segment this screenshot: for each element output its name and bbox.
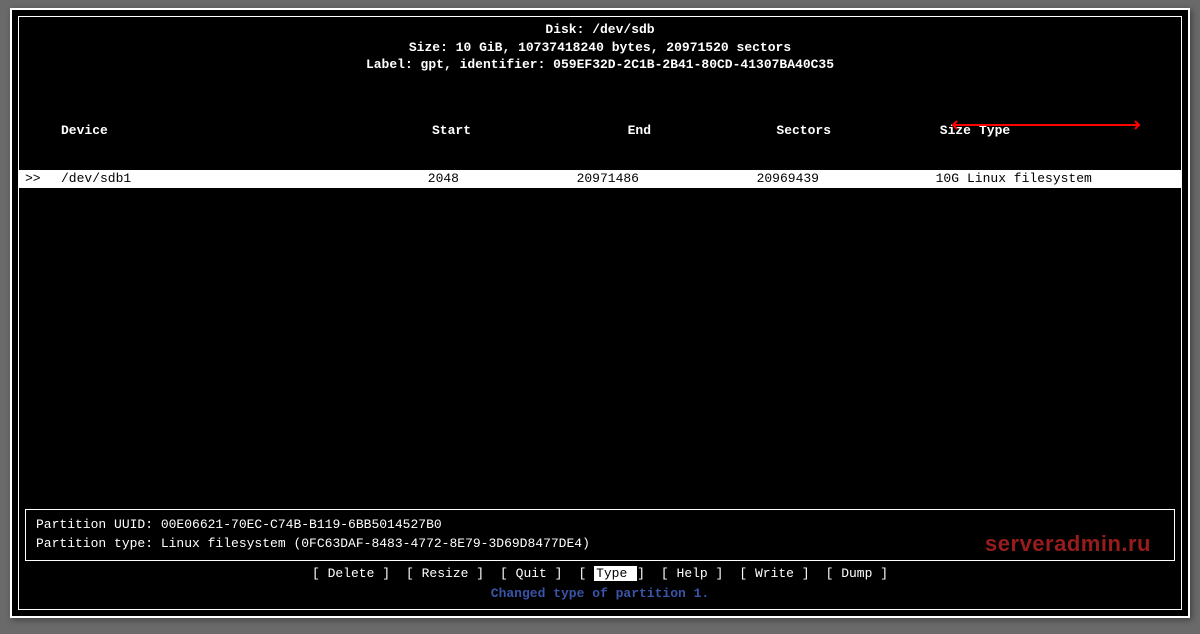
- col-start: Start: [281, 122, 471, 140]
- cell-type: Linux filesystem: [959, 170, 1175, 188]
- menu-item-dump[interactable]: [ Dump ]: [826, 566, 888, 581]
- cell-end: 20971486: [459, 170, 639, 188]
- cell-marker: >>: [25, 170, 49, 188]
- disk-line: Disk: /dev/sdb: [19, 21, 1181, 39]
- menu-bar: [ Delete ] [ Resize ] [ Quit ] [ Type ] [ He…: [19, 566, 1181, 581]
- menu-item-write[interactable]: [ Write ]: [739, 566, 809, 581]
- partition-info: Partition UUID: 00E06621-70EC-C74B-B119-…: [25, 509, 1175, 561]
- menu-label: Dump: [841, 566, 872, 581]
- menu-label: Type: [594, 566, 637, 581]
- col-sectors: Sectors: [651, 122, 831, 140]
- menu-item-type[interactable]: [ Type ]: [578, 566, 644, 581]
- cell-start: 2048: [269, 170, 459, 188]
- terminal-window: Disk: /dev/sdb Size: 10 GiB, 10737418240…: [10, 8, 1190, 618]
- menu-item-quit[interactable]: [ Quit ]: [500, 566, 562, 581]
- terminal-inner: Disk: /dev/sdb Size: 10 GiB, 10737418240…: [18, 16, 1182, 610]
- menu-item-help[interactable]: [ Help ]: [661, 566, 723, 581]
- menu-label: Resize: [422, 566, 469, 581]
- partition-table: Device Start End Sectors Size Type >>/de…: [19, 92, 1181, 218]
- partition-uuid: Partition UUID: 00E06621-70EC-C74B-B119-…: [36, 516, 1164, 535]
- menu-item-resize[interactable]: [ Resize ]: [406, 566, 484, 581]
- disk-header: Disk: /dev/sdb Size: 10 GiB, 10737418240…: [19, 19, 1181, 74]
- cell-sectors: 20969439: [639, 170, 819, 188]
- size-line: Size: 10 GiB, 10737418240 bytes, 2097152…: [19, 39, 1181, 57]
- col-end: End: [471, 122, 651, 140]
- label-line: Label: gpt, identifier: 059EF32D-2C1B-2B…: [19, 56, 1181, 74]
- partition-type: Partition type: Linux filesystem (0FC63D…: [36, 535, 1164, 554]
- status-line: Changed type of partition 1.: [19, 586, 1181, 601]
- menu-label: Write: [755, 566, 794, 581]
- col-device: Device: [61, 122, 281, 140]
- menu-item-delete[interactable]: [ Delete ]: [312, 566, 390, 581]
- table-row[interactable]: >>/dev/sdb12048209714862096943910GLinux …: [19, 170, 1181, 188]
- annotation-underline: [951, 120, 1141, 128]
- cell-device: /dev/sdb1: [49, 170, 269, 188]
- menu-label: Help: [677, 566, 708, 581]
- col-size: Size: [831, 122, 971, 140]
- menu-label: Quit: [516, 566, 547, 581]
- menu-label: Delete: [328, 566, 375, 581]
- cell-size: 10G: [819, 170, 959, 188]
